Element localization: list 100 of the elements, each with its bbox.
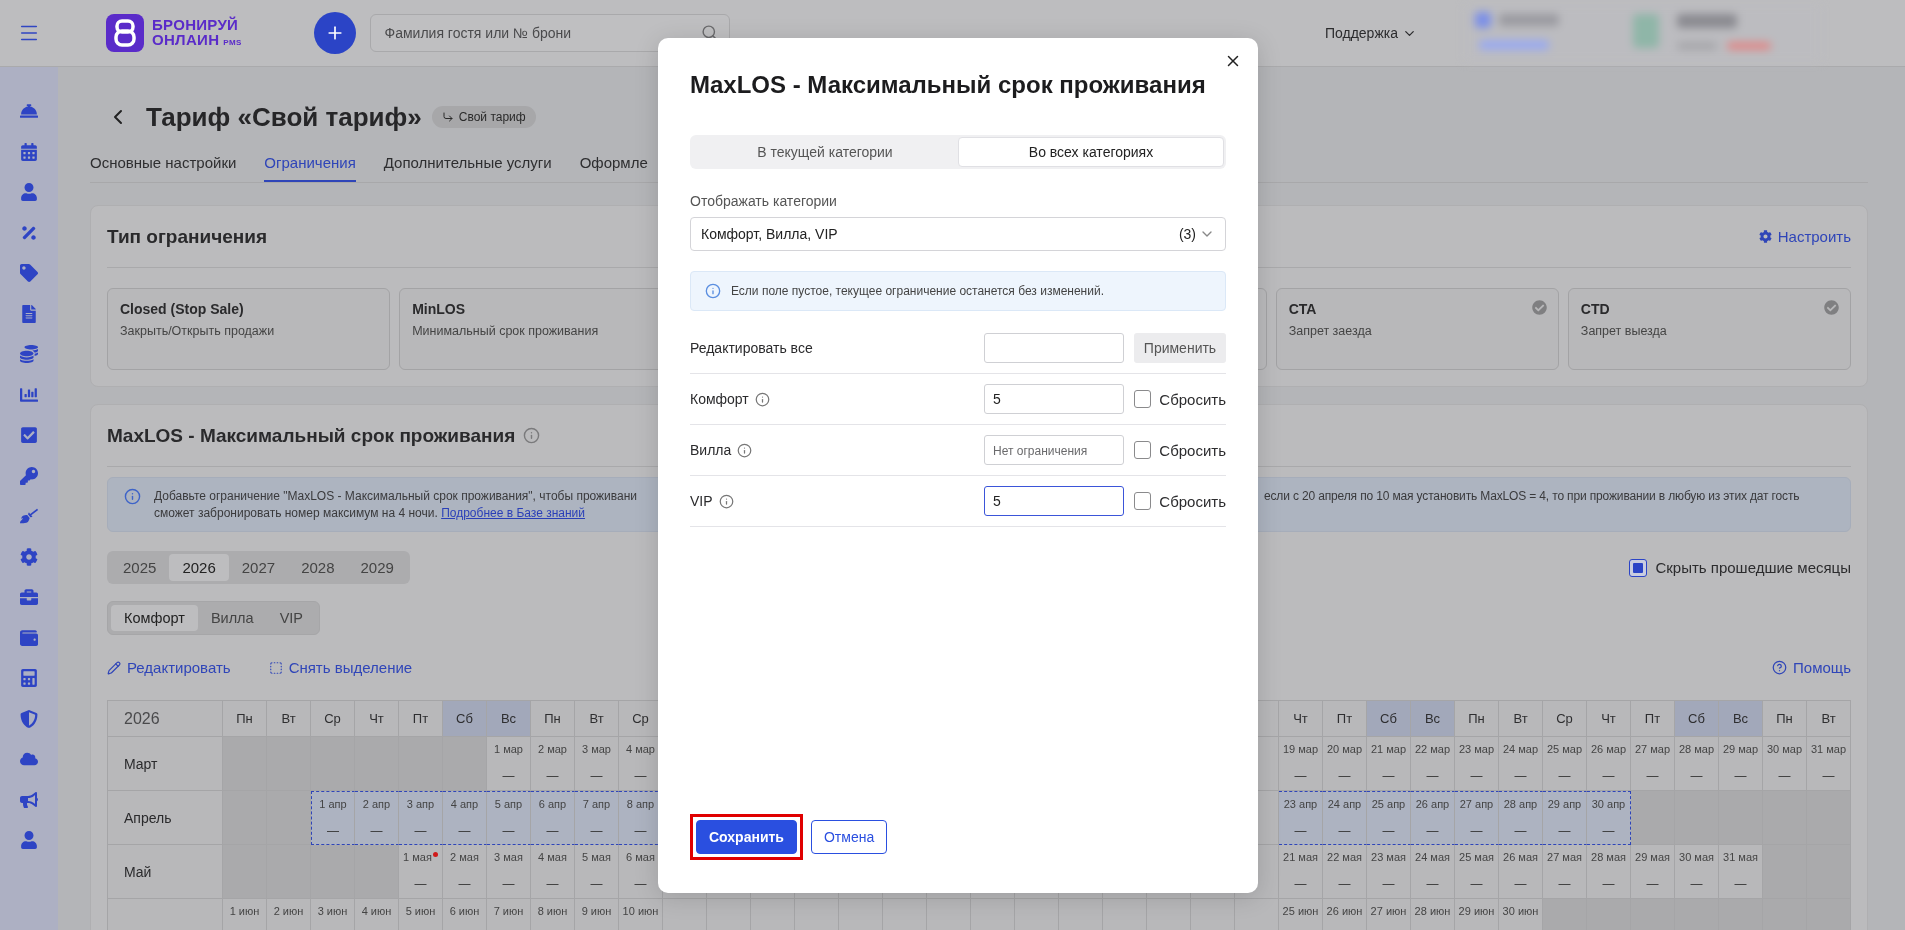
category-tab[interactable]: VIP <box>266 605 316 631</box>
day-cell[interactable]: 24 мар — <box>1499 737 1543 791</box>
day-cell[interactable]: 23 апр — <box>1279 791 1323 845</box>
scope-tab[interactable]: В текущей категории <box>692 137 958 167</box>
day-cell[interactable]: 3 мая — <box>487 845 531 899</box>
checkbox[interactable] <box>1629 558 1648 577</box>
add-button[interactable] <box>313 12 356 54</box>
clear-selection-link[interactable]: Снять выделение <box>268 659 413 676</box>
day-cell[interactable]: 31 мая — <box>1719 845 1763 899</box>
configure-link[interactable]: Настроить <box>1758 228 1851 245</box>
help-link[interactable]: Помощь <box>1772 659 1851 676</box>
info-icon[interactable] <box>718 493 734 509</box>
value-field[interactable]: Нет ограничения <box>984 435 1124 465</box>
day-cell[interactable]: 2 апр — <box>355 791 399 845</box>
category-tab[interactable]: Вилла <box>197 605 267 631</box>
day-cell[interactable]: 22 мар — <box>1411 737 1455 791</box>
day-cell[interactable]: 28 мая — <box>1587 845 1631 899</box>
day-cell[interactable]: 27 мар — <box>1631 737 1675 791</box>
save-button[interactable]: Сохранить <box>696 820 797 854</box>
search-field[interactable]: Фамилия гостя или № брони <box>369 14 730 52</box>
day-cell[interactable]: 26 апр — <box>1411 791 1455 845</box>
day-cell[interactable]: 2 мар — <box>531 737 575 791</box>
day-cell[interactable]: 24 апр — <box>1323 791 1367 845</box>
year-tab[interactable]: 2027 <box>228 554 289 581</box>
edit-link[interactable]: Редактировать <box>107 659 231 676</box>
day-cell[interactable]: 3 мар — <box>575 737 619 791</box>
document-icon[interactable] <box>20 304 38 323</box>
checkbox[interactable] <box>1134 390 1152 408</box>
day-cell[interactable]: 5 апр — <box>487 791 531 845</box>
tab[interactable]: Дополнительные услуги <box>383 154 552 182</box>
day-cell[interactable]: 19 мар — <box>1279 737 1323 791</box>
day-cell[interactable]: 6 апр — <box>531 791 575 845</box>
day-cell[interactable]: 26 мар — <box>1587 737 1631 791</box>
day-cell[interactable]: 30 июн <box>1499 899 1543 930</box>
day-cell[interactable]: 29 мар — <box>1719 737 1763 791</box>
day-cell[interactable]: 2 мая — <box>443 845 487 899</box>
day-cell[interactable]: 29 апр — <box>1543 791 1587 845</box>
day-cell[interactable]: 29 мая — <box>1631 845 1675 899</box>
wallet-icon[interactable] <box>20 628 38 647</box>
day-cell[interactable]: 28 мар — <box>1675 737 1719 791</box>
day-cell[interactable]: 21 мая — <box>1279 845 1323 899</box>
tag-icon[interactable] <box>20 264 38 283</box>
apply-button[interactable]: Применить <box>1134 333 1226 363</box>
support-menu[interactable]: Поддержка <box>1324 25 1417 41</box>
tab[interactable]: Ограничения <box>264 154 356 182</box>
user-icon[interactable] <box>20 183 38 202</box>
restriction-card[interactable]: CTA Запрет заезда <box>1275 288 1559 370</box>
day-cell[interactable]: 4 апр — <box>443 791 487 845</box>
year-tab[interactable]: 2029 <box>347 554 407 581</box>
category-tab[interactable]: Комфорт <box>111 605 198 631</box>
value-field[interactable]: 5 <box>984 384 1124 414</box>
broom-icon[interactable] <box>20 507 38 526</box>
checkbox[interactable] <box>1134 492 1152 510</box>
cancel-button[interactable]: Отмена <box>810 820 888 854</box>
day-cell[interactable]: 30 апр — <box>1587 791 1631 845</box>
percent-icon[interactable] <box>20 223 38 242</box>
tab[interactable]: Основные настройки <box>90 154 237 182</box>
info-icon[interactable] <box>737 442 753 458</box>
calendar-icon[interactable] <box>20 142 38 161</box>
day-cell[interactable]: 1 апр — <box>311 791 355 845</box>
value-field[interactable]: 5 <box>984 486 1124 516</box>
info-icon[interactable] <box>754 391 770 407</box>
day-cell[interactable]: 26 мая — <box>1499 845 1543 899</box>
day-cell[interactable]: 20 мар — <box>1323 737 1367 791</box>
day-cell[interactable]: 30 мая — <box>1675 845 1719 899</box>
checkbox[interactable] <box>1134 441 1152 459</box>
year-tab[interactable]: 2026 <box>169 554 229 581</box>
day-cell[interactable]: 1 мая — <box>399 845 443 899</box>
day-cell[interactable]: 27 апр — <box>1455 791 1499 845</box>
day-cell[interactable]: 23 мар — <box>1455 737 1499 791</box>
day-cell[interactable]: 5 мая — <box>575 845 619 899</box>
day-cell[interactable]: 31 мар — <box>1807 737 1851 791</box>
calculator-icon[interactable] <box>20 669 38 688</box>
day-cell[interactable]: 1 мар — <box>487 737 531 791</box>
coins-icon[interactable] <box>20 345 38 364</box>
day-cell[interactable]: 28 апр — <box>1499 791 1543 845</box>
knowledge-base-link[interactable]: Подробнее в Базе знаний <box>441 506 586 520</box>
gear-icon[interactable] <box>20 547 38 566</box>
checkbox-icon[interactable] <box>20 426 38 445</box>
day-cell[interactable]: 3 апр — <box>399 791 443 845</box>
categories-select[interactable]: Комфорт, Вилла, VIP (3) <box>690 217 1226 251</box>
tab[interactable]: Оформле <box>579 154 648 182</box>
scope-tab[interactable]: Во всех категориях <box>958 137 1224 167</box>
year-tab[interactable]: 2028 <box>288 554 348 581</box>
day-cell[interactable]: 25 мая — <box>1455 845 1499 899</box>
day-cell[interactable]: 25 апр — <box>1367 791 1411 845</box>
day-cell[interactable]: 4 мая — <box>531 845 575 899</box>
bar-chart-icon[interactable] <box>20 385 38 404</box>
shield-icon[interactable] <box>20 709 38 728</box>
edit-all-field[interactable] <box>984 333 1124 363</box>
bell-icon[interactable] <box>20 102 38 121</box>
key-icon[interactable] <box>20 466 38 485</box>
restriction-card[interactable]: Closed (Stop Sale) Закрыть/Открыть продажи <box>107 288 391 370</box>
info-icon[interactable] <box>523 427 541 444</box>
user-icon[interactable] <box>20 831 38 850</box>
day-cell[interactable]: 23 мая — <box>1367 845 1411 899</box>
day-cell[interactable]: 7 апр — <box>575 791 619 845</box>
day-cell[interactable]: 30 мар — <box>1763 737 1807 791</box>
day-cell[interactable]: 27 мая — <box>1543 845 1587 899</box>
day-cell[interactable]: 22 мая — <box>1323 845 1367 899</box>
